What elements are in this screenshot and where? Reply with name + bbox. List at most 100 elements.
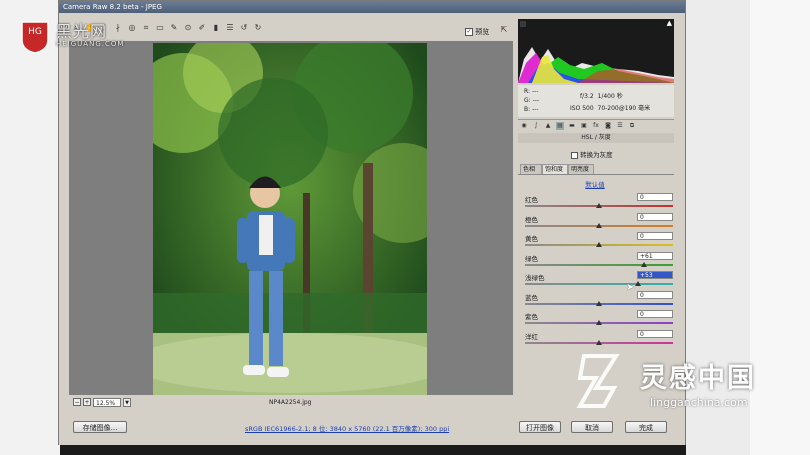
histogram-graph	[518, 47, 674, 83]
cancel-button[interactable]: 取消	[571, 421, 613, 433]
slider-row: 蓝色 0	[525, 290, 673, 312]
camera-calibration-tab-icon[interactable]: ◙	[604, 122, 612, 130]
desktop-left	[0, 0, 60, 455]
slider-label: 紫色	[525, 313, 538, 321]
snapshots-tab-icon[interactable]: ⧉	[628, 122, 636, 130]
rotate-right-icon[interactable]: ↻	[253, 23, 263, 33]
slider-label: 绿色	[525, 254, 538, 263]
heiguang-site-name: 黑光网	[56, 22, 108, 41]
save-image-button[interactable]: 存储图像...	[73, 421, 127, 433]
window-title: Camera Raw 8.2 beta - JPEG	[63, 3, 162, 11]
fullscreen-icon[interactable]: ⇱	[499, 25, 509, 35]
slider-label: 蓝色	[525, 293, 538, 302]
shadow-clipping-icon[interactable]	[520, 21, 526, 27]
slider-value-field[interactable]: 0	[637, 232, 673, 240]
rgb-r-readout: R: ---	[524, 88, 539, 95]
tone-curve-tab-icon[interactable]: ∫	[532, 122, 540, 130]
slider-thumb[interactable]	[596, 242, 602, 247]
crop-tool-icon[interactable]: ⌗	[141, 23, 151, 33]
slider-value-field[interactable]: 0	[637, 329, 673, 338]
heiguang-url: HEIGUANG.COM	[56, 40, 125, 48]
presets-tab-icon[interactable]: ☰	[616, 122, 624, 130]
tab-hue[interactable]: 色相	[520, 164, 542, 174]
hsl-tab-icon[interactable]: ▤	[556, 122, 564, 130]
color-sampler-tool-icon[interactable]: ∤	[113, 23, 123, 33]
detail-tab-icon[interactable]: ▲	[544, 122, 552, 130]
image-filename: NP4A2254.jpg	[269, 399, 312, 406]
slider-label: 橙色	[525, 215, 538, 224]
slider-row: 紫色 0	[525, 310, 673, 331]
grayscale-checkbox-box[interactable]	[571, 151, 578, 159]
zoom-in-button[interactable]: +	[83, 398, 91, 406]
rgb-b-readout: B: ---	[524, 106, 539, 113]
slider-thumb[interactable]	[596, 300, 602, 306]
slider-value-field[interactable]: 0	[637, 310, 673, 318]
adjustment-brush-tool-icon[interactable]: ✐	[197, 23, 207, 33]
linggan-logo-icon	[576, 354, 620, 408]
panel-section-title: HSL / 灰度	[518, 133, 674, 143]
slider-row: 浅绿色 +53	[525, 271, 673, 292]
graduated-filter-tool-icon[interactable]: ▮	[211, 23, 221, 33]
preview-checkbox[interactable]: ✓ 预览	[465, 27, 489, 37]
convert-grayscale-checkbox[interactable]: 转换为灰度	[571, 149, 613, 159]
slider-track[interactable]	[525, 263, 673, 266]
slider-value-field[interactable]: 0	[637, 290, 673, 299]
window-titlebar[interactable]: Camera Raw 8.2 beta - JPEG	[59, 1, 685, 13]
slider-row: 红色 0	[525, 193, 673, 214]
iso-lens-readout: ISO 500 70-200@190 毫米	[570, 105, 651, 112]
default-link[interactable]: 默认值	[515, 179, 675, 189]
open-image-button[interactable]: 打开图像	[519, 421, 561, 433]
slider-row: 绿色 +61	[525, 251, 673, 273]
zoom-level-field[interactable]: 12.5%	[93, 398, 121, 407]
slider-label: 红色	[525, 196, 538, 204]
mouse-cursor-icon: ➤	[626, 282, 635, 293]
desktop-right-strip	[750, 0, 810, 455]
rgb-g-readout: G: ---	[524, 97, 540, 104]
slider-value-field[interactable]: +61	[637, 251, 673, 260]
heiguang-logo: HG	[21, 21, 49, 54]
preview-label: 预览	[475, 28, 490, 36]
slider-value-field[interactable]: 0	[637, 193, 673, 201]
slider-label: 黄色	[525, 235, 538, 243]
photo-preview	[153, 43, 427, 395]
heiguang-logo-mark: HG	[28, 27, 42, 37]
slider-value-field[interactable]: +53	[637, 271, 673, 279]
slider-thumb[interactable]	[596, 320, 602, 325]
slider-thumb[interactable]	[596, 203, 602, 208]
preferences-icon[interactable]: ☰	[225, 23, 235, 33]
targeted-adjust-tool-icon[interactable]: ◎	[127, 23, 137, 33]
dialog-footer: 存储图像... sRGB IEC61966-2.1; 8 位; 3840 x 5…	[59, 417, 685, 445]
tab-saturation[interactable]: 饱和度	[542, 164, 568, 174]
slider-value-field[interactable]: 0	[637, 212, 673, 221]
zoom-dropdown-icon[interactable]: ▼	[123, 398, 131, 407]
effects-tab-icon[interactable]: fx	[592, 122, 600, 130]
image-preview-area[interactable]	[69, 41, 513, 395]
zoom-out-button[interactable]: −	[73, 398, 81, 406]
grayscale-label: 转换为灰度	[580, 151, 613, 159]
slider-row: 橙色 0	[525, 212, 673, 234]
highlight-clipping-icon[interactable]: ▲	[667, 20, 672, 27]
split-toning-tab-icon[interactable]: ▬	[568, 122, 576, 130]
slider-label: 洋红	[525, 332, 538, 341]
slider-thumb[interactable]	[596, 339, 602, 345]
slider-track[interactable]	[525, 283, 673, 285]
preview-checkbox-box[interactable]: ✓	[465, 28, 473, 36]
rotate-left-icon[interactable]: ↺	[239, 23, 249, 33]
straighten-tool-icon[interactable]: ▭	[155, 23, 165, 33]
aperture-shutter-readout: f/3.2 1/400 秒	[580, 93, 623, 100]
histogram: ▲	[518, 19, 674, 83]
hsl-subtabs: 色相 饱和度 明亮度	[518, 164, 674, 175]
tab-luminance[interactable]: 明亮度	[568, 164, 594, 174]
slider-row: 黄色 0	[525, 232, 673, 253]
slider-thumb[interactable]	[641, 261, 648, 267]
spot-removal-tool-icon[interactable]: ✎	[169, 23, 179, 33]
workflow-options-link[interactable]: sRGB IEC61966-2.1; 8 位; 3840 x 5760 (22.…	[245, 423, 449, 433]
slider-thumb[interactable]	[596, 222, 602, 228]
slider-thumb[interactable]	[635, 281, 642, 286]
red-eye-tool-icon[interactable]: ⊙	[183, 23, 193, 33]
lens-corrections-tab-icon[interactable]: ▣	[580, 122, 588, 130]
done-button[interactable]: 完成	[625, 421, 667, 433]
linggan-brand-name: 灵感中国	[640, 363, 756, 394]
panel-tab-strip: ◉ ∫ ▲ ▤ ▬ ▣ fx ◙ ☰ ⧉	[518, 119, 674, 132]
basic-tab-icon[interactable]: ◉	[520, 122, 528, 130]
